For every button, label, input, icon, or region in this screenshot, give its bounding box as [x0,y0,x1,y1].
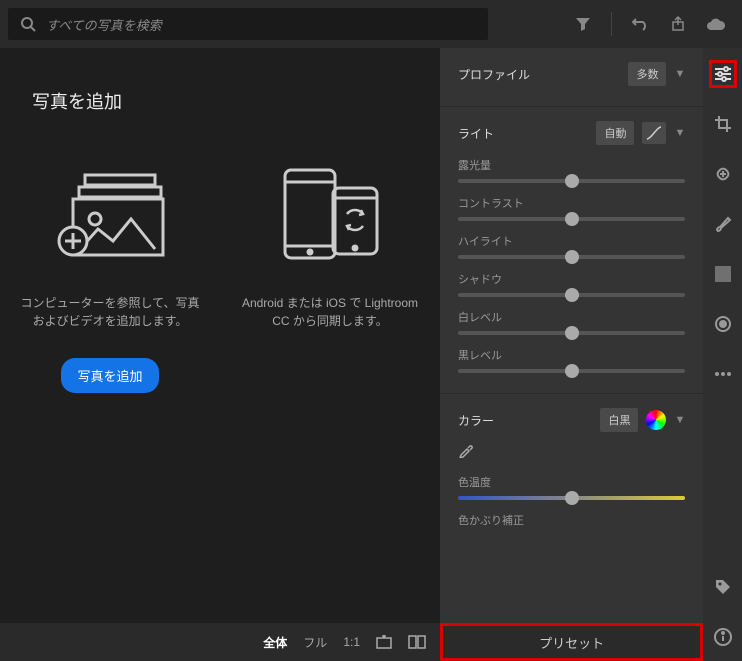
profile-label: プロファイル [458,66,530,83]
wb-button[interactable]: 白黒 [600,408,638,432]
card1-text: コンピューターを参照して、写真およびビデオを追加します。 [20,294,200,330]
main-canvas: 写真を追加 コンピューターを参照して、写真およびビデオを追加します。 写真を追加 [0,48,440,661]
compare-view-icon[interactable] [408,635,426,649]
exposure-label: 露光量 [458,157,685,173]
view-fit[interactable]: 全体 [263,634,287,651]
temp-slider[interactable] [458,496,685,500]
chevron-down-icon[interactable]: ▼ [674,68,685,80]
sync-mobile-card: Android または iOS で Lightroom CC から同期します。 [240,154,420,393]
whites-slider[interactable] [458,331,685,335]
card2-text: Android または iOS で Lightroom CC から同期します。 [240,294,420,330]
brush-tool[interactable] [709,210,737,238]
chevron-down-icon[interactable]: ▼ [674,127,685,139]
edit-sliders-tool[interactable] [709,60,737,88]
tone-curve-button[interactable] [642,122,666,144]
highlights-slider[interactable] [458,255,685,259]
shadows-label: シャドウ [458,271,685,287]
tool-strip [703,48,742,661]
grid-view-icon[interactable] [376,635,392,649]
edit-panel: プロファイル 多数 ▼ ライト 自動 ▼ 露光量 コントラスト ハイライト シャ… [440,48,703,661]
search-icon [20,16,36,32]
add-from-computer-card: コンピューターを参照して、写真およびビデオを追加します。 写真を追加 [20,154,200,393]
filter-icon[interactable] [575,16,591,32]
radial-gradient-tool[interactable] [709,310,737,338]
cloud-icon[interactable] [706,17,726,31]
preset-button[interactable]: プリセット [440,623,703,661]
blacks-slider[interactable] [458,369,685,373]
empty-title: 写真を追加 [12,68,440,134]
images-stack-icon [55,169,165,259]
share-icon[interactable] [670,16,686,32]
view-1to1[interactable]: 1:1 [343,635,360,649]
whites-label: 白レベル [458,309,685,325]
blacks-label: 黒レベル [458,347,685,363]
chevron-down-icon[interactable]: ▼ [674,414,685,426]
auto-button[interactable]: 自動 [596,121,634,145]
highlights-label: ハイライト [458,233,685,249]
color-label: カラー [458,412,494,429]
contrast-slider[interactable] [458,217,685,221]
undo-icon[interactable] [632,16,650,32]
tag-icon[interactable] [709,573,737,601]
info-icon[interactable] [709,623,737,651]
eyedropper-icon[interactable] [458,442,685,458]
devices-sync-icon [275,164,385,264]
healing-tool[interactable] [709,160,737,188]
shadows-slider[interactable] [458,293,685,297]
view-bar: 全体 フル 1:1 [0,623,440,661]
separator [611,12,612,36]
contrast-label: コントラスト [458,195,685,211]
crop-tool[interactable] [709,110,737,138]
profile-value[interactable]: 多数 [628,62,666,86]
search-input[interactable]: すべての写真を検索 [8,8,488,40]
exposure-slider[interactable] [458,179,685,183]
add-photos-button[interactable]: 写真を追加 [61,358,158,393]
color-mixer-button[interactable] [646,410,666,430]
more-icon[interactable] [709,360,737,388]
view-full[interactable]: フル [303,634,327,651]
temp-label: 色温度 [458,474,685,490]
light-label: ライト [458,125,494,142]
search-placeholder: すべての写真を検索 [46,15,162,34]
linear-gradient-tool[interactable] [709,260,737,288]
tint-label: 色かぶり補正 [458,512,685,528]
